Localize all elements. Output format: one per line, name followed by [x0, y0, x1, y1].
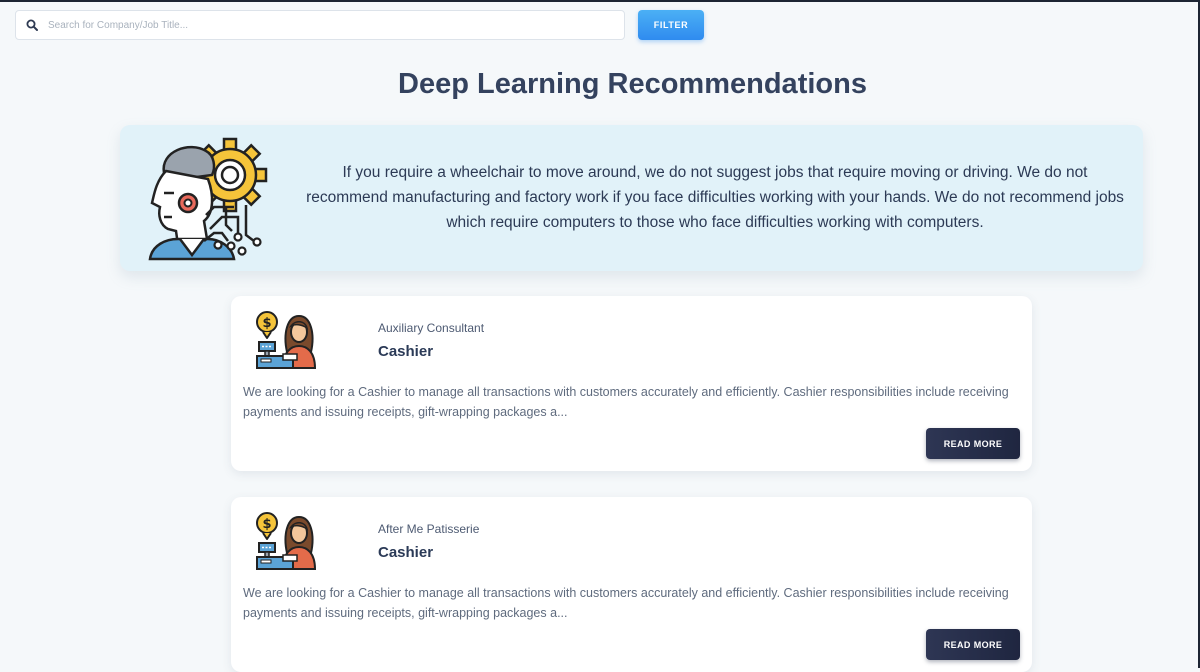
job-title[interactable]: Cashier: [378, 343, 433, 360]
cashier-icon: $: [256, 512, 317, 570]
svg-text:$: $: [262, 316, 271, 331]
company-name: Auxiliary Consultant: [378, 321, 485, 335]
top-bar: FILTER: [15, 10, 704, 40]
read-more-button[interactable]: READ MORE: [926, 629, 1020, 660]
job-description: We are looking for a Cashier to manage a…: [243, 586, 1009, 620]
cashier-icon: $: [256, 311, 317, 369]
search-input[interactable]: [46, 18, 610, 32]
job-title[interactable]: Cashier: [378, 544, 433, 561]
accessibility-info-card: If you require a wheelchair to move arou…: [120, 125, 1143, 271]
search-box[interactable]: [15, 10, 625, 40]
search-icon: [26, 19, 38, 31]
company-name: After Me Patisserie: [378, 522, 480, 536]
job-card[interactable]: $ Auxiliary Consultant Cashier We are lo…: [231, 296, 1032, 471]
svg-text:$: $: [262, 517, 271, 532]
ai-head-gear-icon: [148, 137, 268, 261]
page-title: Deep Learning Recommendations: [398, 68, 867, 100]
job-description: We are looking for a Cashier to manage a…: [243, 385, 1009, 419]
accessibility-info-text: If you require a wheelchair to move arou…: [306, 164, 1124, 231]
job-card[interactable]: $ After Me Patisserie Cashier We are loo…: [231, 497, 1032, 672]
filter-button[interactable]: FILTER: [638, 10, 704, 40]
read-more-button[interactable]: READ MORE: [926, 428, 1020, 459]
